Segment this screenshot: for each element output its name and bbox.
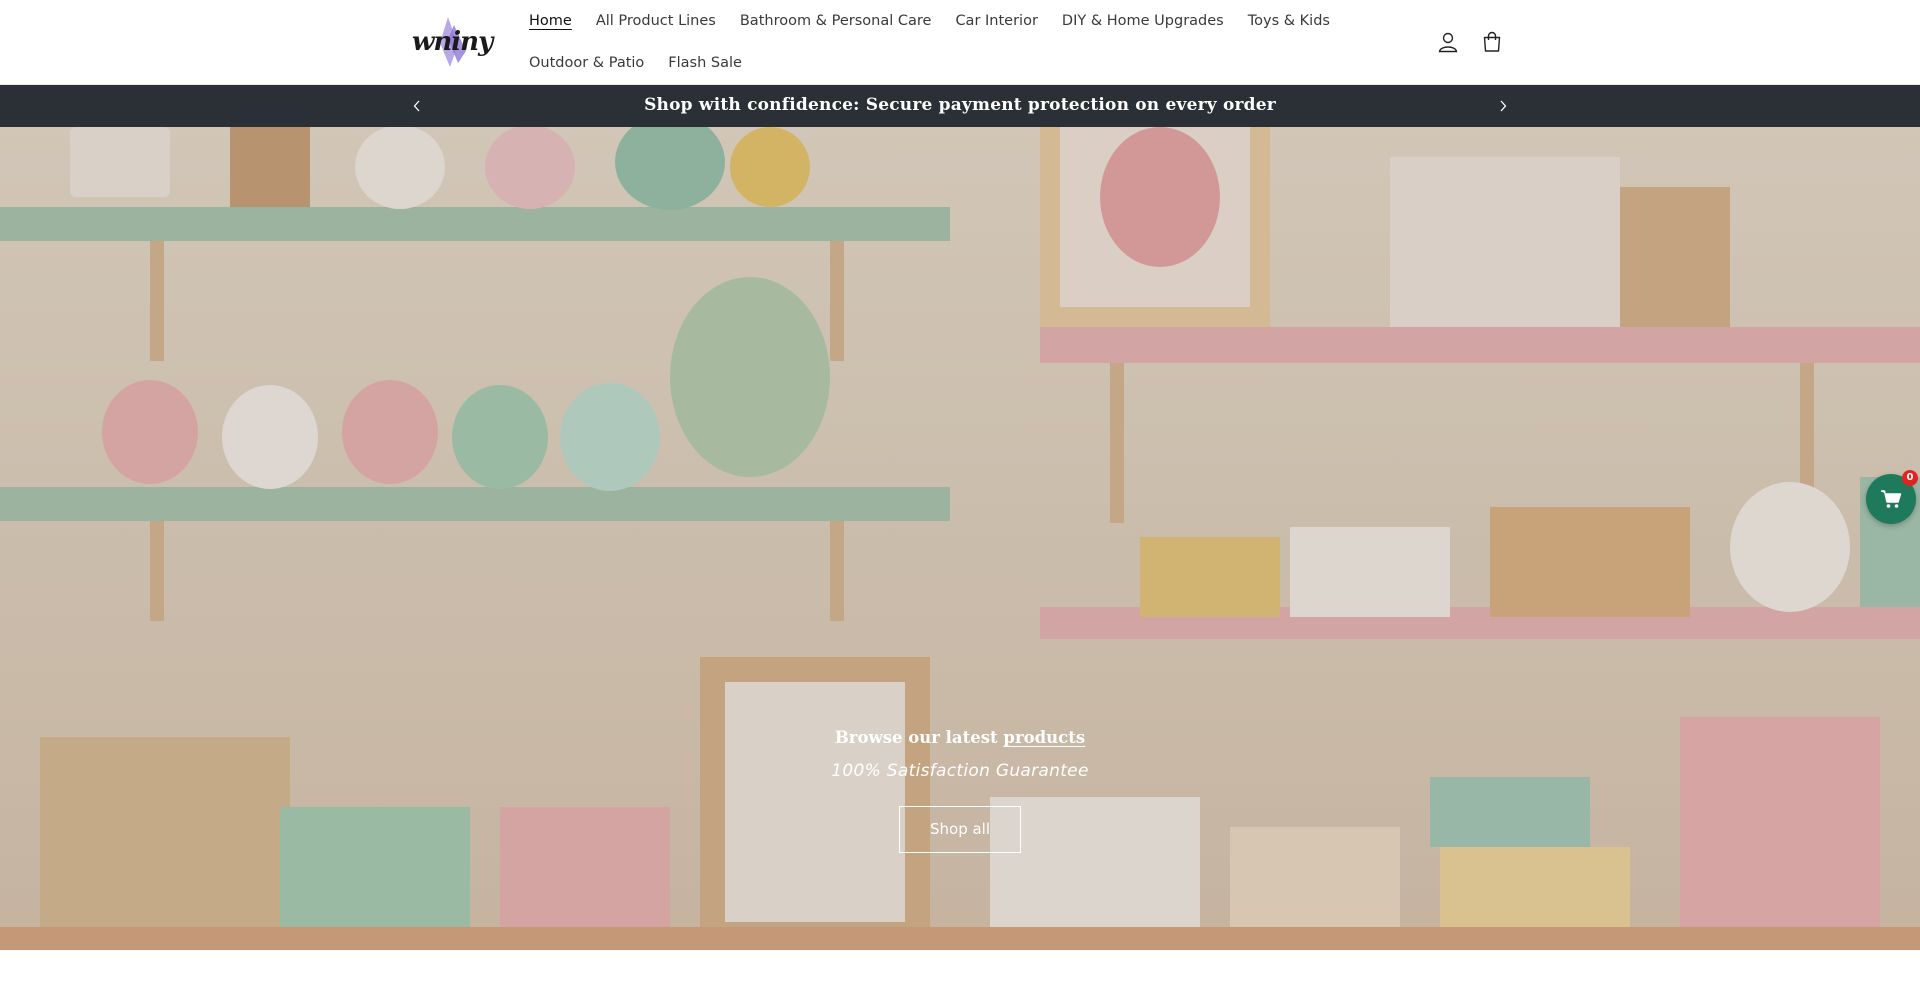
nav-home[interactable]: Home — [529, 13, 572, 29]
logo-text: wniny — [412, 27, 493, 57]
nav-row-2: Outdoor & Patio Flash Sale — [520, 42, 1340, 84]
nav-outdoor-patio[interactable]: Outdoor & Patio — [529, 55, 644, 71]
main-nav: Home All Product Lines Bathroom & Person… — [520, 0, 1340, 84]
site-header: wniny Home All Product Lines Bathroom & … — [0, 0, 1920, 85]
nav-flash-sale[interactable]: Flash Sale — [668, 55, 742, 71]
nav-toys-kids[interactable]: Toys & Kids — [1248, 13, 1330, 29]
hero-banner: Browse our latest products 100% Satisfac… — [0, 127, 1920, 950]
chevron-right-icon — [1500, 100, 1507, 112]
brand-logo[interactable]: wniny — [410, 15, 493, 69]
hero-heading: Browse our latest products — [0, 728, 1920, 747]
announcement-text: Shop with confidence: Secure payment pro… — [644, 95, 1276, 115]
nav-bathroom-personal-care[interactable]: Bathroom & Personal Care — [740, 13, 932, 29]
nav-car-interior[interactable]: Car Interior — [955, 13, 1037, 29]
nav-diy-home-upgrades[interactable]: DIY & Home Upgrades — [1062, 13, 1224, 29]
cart-button[interactable] — [1478, 28, 1506, 56]
hero-content: Browse our latest products 100% Satisfac… — [0, 728, 1920, 853]
nav-row-1: Home All Product Lines Bathroom & Person… — [520, 0, 1340, 42]
nav-all-product-lines[interactable]: All Product Lines — [596, 13, 716, 29]
announcement-next-button[interactable] — [1493, 96, 1513, 116]
cart-count-badge: 0 — [1902, 470, 1918, 486]
shop-all-button[interactable]: Shop all — [899, 806, 1021, 853]
hero-subheading: 100% Satisfaction Guarantee — [831, 761, 1089, 781]
hero-products-link[interactable]: products — [1003, 728, 1085, 747]
cart-icon — [1483, 31, 1501, 52]
announcement-bar: Shop with confidence: Secure payment pro… — [0, 85, 1920, 127]
account-icon — [1438, 32, 1458, 53]
account-button[interactable] — [1434, 28, 1462, 56]
hero-heading-text: Browse our latest — [834, 728, 998, 747]
shopping-cart-icon — [1881, 490, 1902, 508]
